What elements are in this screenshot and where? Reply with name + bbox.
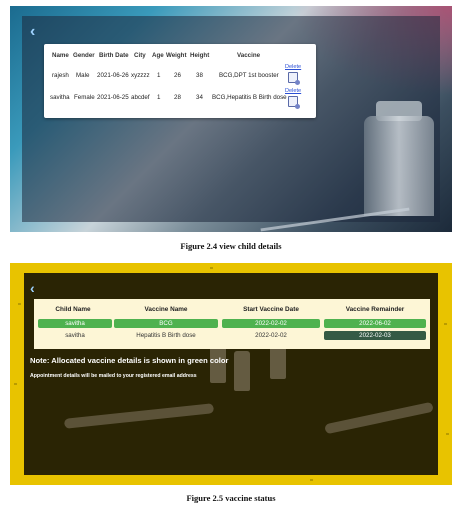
header-gender: Gender bbox=[73, 52, 95, 59]
cell-name: rajesh bbox=[52, 72, 69, 79]
cell-age: 1 bbox=[157, 72, 161, 79]
cell-gender: Female bbox=[74, 94, 95, 101]
syringe-image bbox=[324, 401, 434, 435]
figure-caption: Figure 2.4 view child details bbox=[180, 241, 282, 251]
cell-birth-date: 2021-06-25 bbox=[97, 94, 129, 101]
cell-weight: 28 bbox=[174, 94, 181, 101]
header-birth-date: Birth Date bbox=[99, 52, 129, 59]
header-city: City bbox=[134, 52, 146, 59]
cell-child-name: savitha bbox=[65, 332, 85, 339]
back-chevron-icon[interactable]: ‹ bbox=[30, 281, 35, 295]
header-weight: Weight bbox=[166, 52, 187, 59]
cell-city: abcdef bbox=[131, 94, 150, 101]
cell-gender: Male bbox=[76, 72, 90, 79]
cell-birth-date: 2021-06-26 bbox=[97, 72, 129, 79]
cell-weight: 26 bbox=[174, 72, 181, 79]
cell-child-name-allocated: savitha bbox=[38, 319, 112, 328]
cell-city: xyzzzz bbox=[131, 72, 150, 79]
header-name: Name bbox=[52, 52, 69, 59]
cell-name: savitha bbox=[50, 94, 70, 101]
cell-vaccine-name: Hepatitis B Birth dose bbox=[136, 332, 196, 339]
cell-age: 1 bbox=[157, 94, 161, 101]
cell-start-date-allocated: 2022-02-02 bbox=[222, 319, 320, 328]
header-age: Age bbox=[152, 52, 164, 59]
header-vaccine: Vaccine bbox=[237, 52, 261, 59]
cell-vaccine: BCG,Hepatitis B Birth dose bbox=[212, 94, 287, 101]
header-height: Height bbox=[190, 52, 210, 59]
cell-remainder-pending: 2022-02-03 bbox=[324, 331, 426, 340]
delete-document-icon[interactable] bbox=[288, 96, 300, 109]
cell-height: 34 bbox=[196, 94, 203, 101]
cell-start-date: 2022-02-02 bbox=[255, 332, 287, 339]
delete-document-icon[interactable] bbox=[288, 72, 300, 85]
child-details-table: Name Gender Birth Date City Age Weight H… bbox=[44, 44, 316, 118]
allocation-note: Note: Allocated vaccine details is shown… bbox=[30, 356, 229, 365]
delete-link[interactable]: Delete bbox=[285, 88, 301, 94]
appointment-note: Appointment details will be mailed to yo… bbox=[30, 373, 197, 379]
syringe-image bbox=[63, 403, 215, 429]
cell-vaccine: BCG,DPT 1st booster bbox=[219, 72, 279, 79]
header-vaccine-name: Vaccine Name bbox=[144, 306, 188, 313]
vaccine-status-screenshot: ‹ Child Name Vaccine Name Start Vaccine … bbox=[10, 263, 452, 485]
header-child-name: Child Name bbox=[55, 306, 91, 313]
cell-vaccine-name-allocated: BCG bbox=[114, 319, 218, 328]
delete-link[interactable]: Delete bbox=[285, 64, 301, 70]
back-chevron-icon[interactable]: ‹ bbox=[30, 24, 35, 40]
vaccine-status-table: Child Name Vaccine Name Start Vaccine Da… bbox=[34, 299, 430, 349]
cell-height: 38 bbox=[196, 72, 203, 79]
header-vaccine-remainder: Vaccine Remainder bbox=[345, 306, 405, 313]
figure-caption: Figure 2.5 vaccine status bbox=[186, 493, 276, 503]
header-start-vaccine-date: Start Vaccine Date bbox=[243, 306, 299, 313]
view-child-details-screenshot: ‹ Name Gender Birth Date City Age Weight… bbox=[10, 6, 452, 232]
cell-remainder-allocated: 2022-06-02 bbox=[324, 319, 426, 328]
